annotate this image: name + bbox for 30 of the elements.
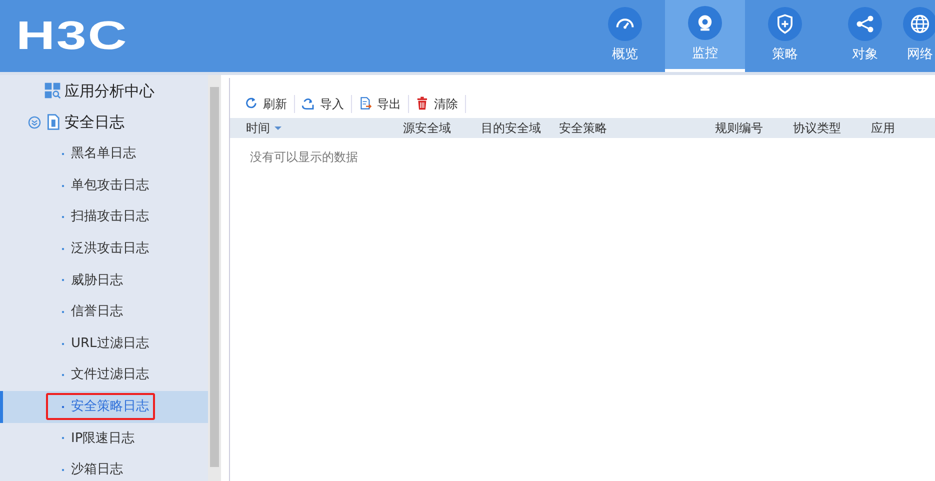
sidebar-item[interactable]: 扫描攻击日志 — [0, 201, 208, 233]
sidebar-item[interactable]: 单包攻击日志 — [0, 170, 208, 202]
logo: H3C — [16, 16, 128, 56]
column-header[interactable]: 规则编号 — [699, 119, 777, 137]
sidebar-group[interactable]: 安全日志 — [64, 111, 124, 134]
column-header[interactable]: 协议类型 — [777, 119, 855, 137]
empty-message: 没有可以显示的数据 — [250, 150, 358, 164]
sidebar-item[interactable]: URL过滤日志 — [0, 328, 208, 360]
sidebar-item[interactable]: IP限速日志 — [0, 422, 208, 454]
sidebar-item[interactable]: 威胁日志 — [0, 264, 208, 296]
expand-icon[interactable] — [28, 116, 41, 129]
sidebar-group[interactable]: 应用分析中心 — [64, 80, 154, 102]
toolbar-button[interactable]: 导入 — [301, 95, 352, 113]
sidebar-item[interactable]: 文件过滤日志 — [0, 359, 208, 391]
column-header[interactable]: 源安全域 — [387, 119, 465, 137]
column-header[interactable]: 目的安全域 — [465, 119, 543, 137]
toolbar-button[interactable]: 导出 — [358, 95, 409, 113]
sidebar-item[interactable]: 信誉日志 — [0, 296, 208, 328]
toolbar-button[interactable]: 清除 — [415, 95, 466, 113]
sidebar-item[interactable]: 沙箱日志 — [0, 454, 208, 481]
column-header[interactable]: 应用 — [855, 119, 935, 137]
apps-icon — [44, 82, 61, 100]
globe-icon — [909, 13, 931, 36]
sidebar-item[interactable]: 泛洪攻击日志 — [0, 232, 208, 265]
document-icon — [45, 113, 61, 132]
column-header[interactable]: 时间 — [230, 119, 387, 137]
toolbar-button[interactable]: 刷新 — [244, 95, 295, 113]
column-header[interactable]: 安全策略 — [543, 119, 699, 137]
sidebar-item[interactable]: 黑名单日志 — [0, 138, 208, 170]
export-icon — [358, 96, 374, 112]
